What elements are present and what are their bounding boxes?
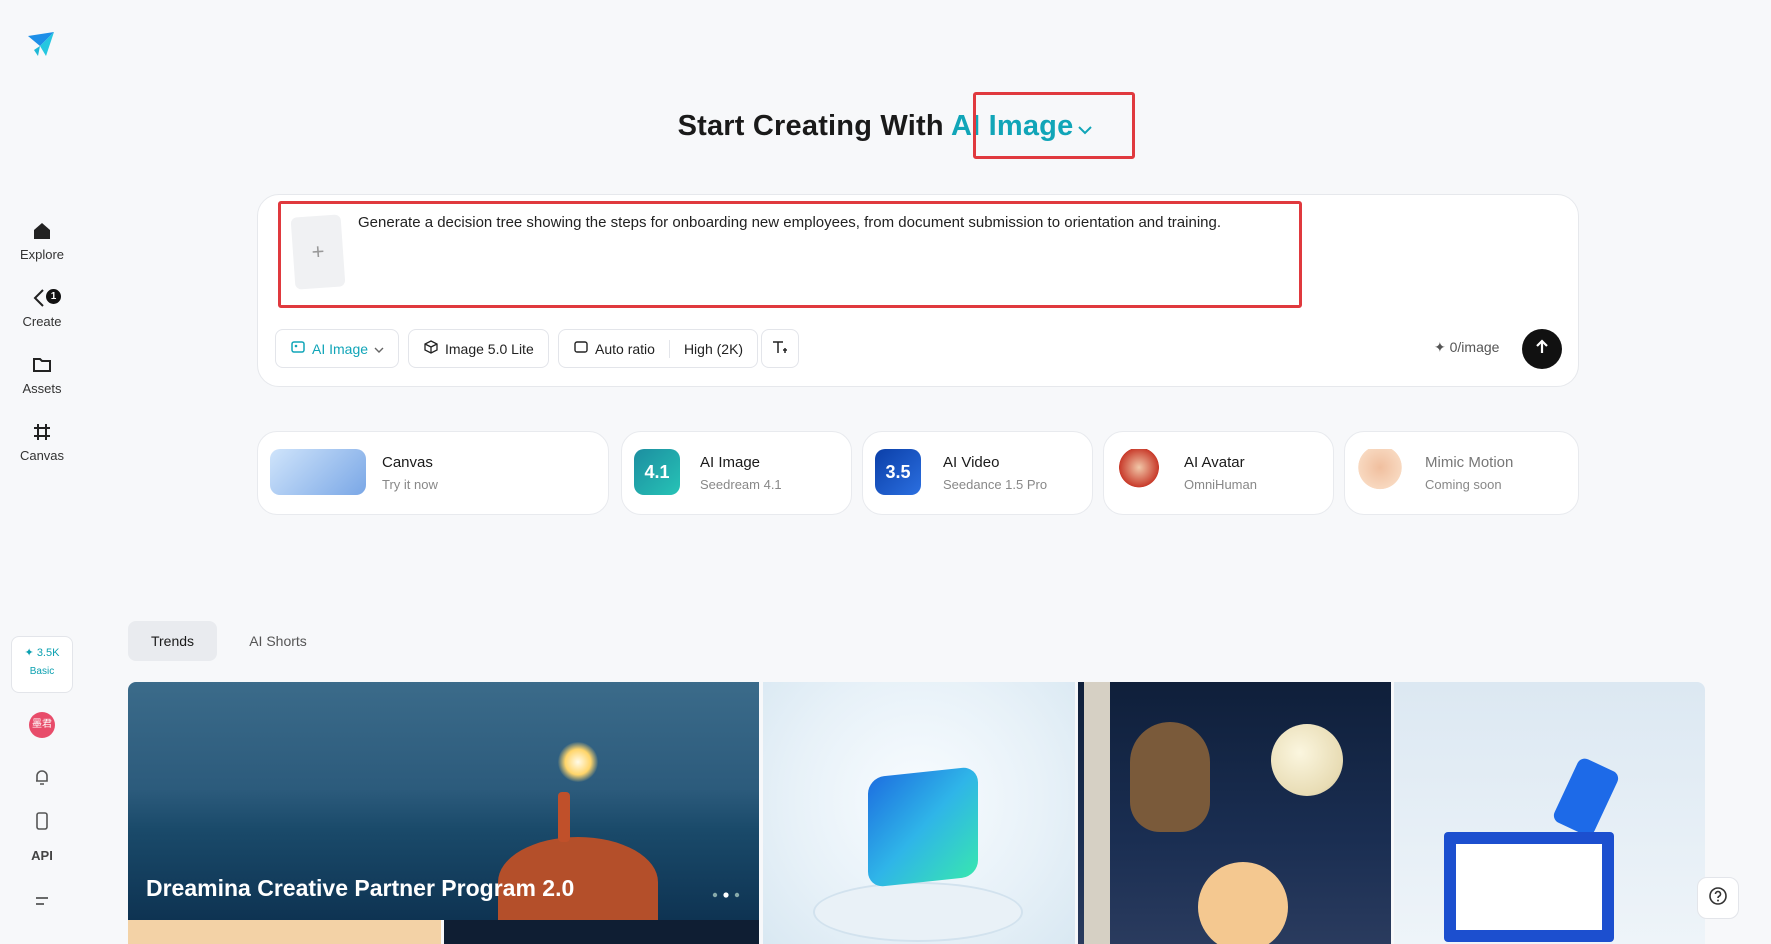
plan-level: Basic bbox=[29, 666, 55, 677]
mode-selector[interactable]: AI Image bbox=[951, 110, 1093, 142]
feature-card-ai-image[interactable]: 4.1 AI Image Seedream 4.1 bbox=[621, 431, 852, 515]
credits-amount: 3.5K bbox=[36, 647, 60, 659]
send-button[interactable] bbox=[1522, 329, 1562, 369]
text-style-button[interactable] bbox=[761, 329, 799, 368]
tab-ai-shorts[interactable]: AI Shorts bbox=[233, 621, 323, 661]
image-icon bbox=[290, 339, 306, 358]
feature-subtitle: OmniHuman bbox=[1184, 477, 1257, 492]
mobile-icon[interactable] bbox=[31, 810, 53, 832]
feature-subtitle: Seedream 4.1 bbox=[700, 477, 782, 492]
sidebar-item-label: Assets bbox=[22, 381, 62, 396]
moon bbox=[1271, 724, 1343, 796]
create-icon: 1 bbox=[31, 287, 61, 309]
feature-card-ai-avatar[interactable]: AI Avatar OmniHuman bbox=[1103, 431, 1334, 515]
feature-card-ai-video[interactable]: 3.5 AI Video Seedance 1.5 Pro bbox=[862, 431, 1093, 515]
feature-card-mimic-motion[interactable]: Mimic Motion Coming soon bbox=[1344, 431, 1579, 515]
gallery-item-partial[interactable] bbox=[128, 920, 441, 944]
model-selector-label: Image 5.0 Lite bbox=[445, 340, 534, 357]
folder-icon bbox=[31, 354, 53, 376]
avatar[interactable]: 墨君 bbox=[29, 712, 55, 738]
sale-tag bbox=[1551, 755, 1621, 839]
feature-title: AI Image bbox=[700, 454, 761, 471]
question-icon bbox=[1708, 886, 1728, 911]
cube-icon bbox=[423, 339, 439, 358]
page-title: Start Creating With AI Image bbox=[0, 110, 1771, 144]
figure bbox=[558, 792, 570, 842]
seedream-badge: 4.1 bbox=[634, 449, 680, 495]
ratio-quality-selector[interactable]: Auto ratio High (2K) bbox=[558, 329, 759, 368]
arrow-up-icon bbox=[1533, 338, 1551, 361]
feature-subtitle: Try it now bbox=[382, 477, 438, 492]
pegasus-thumbnail bbox=[270, 449, 366, 495]
cost-label: 0/image bbox=[1449, 339, 1500, 355]
folder-render bbox=[868, 766, 978, 888]
home-icon bbox=[31, 220, 53, 242]
gallery-item-folder-render[interactable] bbox=[763, 682, 1075, 944]
mode-selector-label: AI Image bbox=[950, 110, 1074, 142]
gallery-item-owl-night[interactable] bbox=[1078, 682, 1391, 944]
credits-badge[interactable]: ✦ 3.5K Basic bbox=[11, 636, 73, 693]
title-prefix: Start Creating With bbox=[677, 110, 944, 142]
gallery-item-gift-box[interactable] bbox=[1394, 682, 1705, 944]
sparkle-icon: ✦ bbox=[24, 647, 34, 659]
gallery-item-partial[interactable] bbox=[444, 920, 759, 944]
sidebar-item-assets[interactable]: Assets bbox=[0, 354, 84, 396]
feature-title: AI Video bbox=[943, 454, 1000, 471]
model-selector[interactable]: Image 5.0 Lite bbox=[408, 329, 549, 368]
sidebar-item-label: Explore bbox=[19, 247, 65, 262]
child bbox=[1198, 862, 1288, 944]
owl bbox=[1130, 722, 1210, 832]
sidebar-item-create[interactable]: 1 Create bbox=[0, 287, 84, 329]
platform bbox=[813, 882, 1023, 942]
chevron-down-icon bbox=[374, 341, 384, 357]
featured-banner[interactable]: Dreamina Creative Partner Program 2.0 bbox=[128, 682, 759, 920]
sidebar-item-label: Canvas bbox=[19, 448, 65, 463]
feature-title: AI Avatar bbox=[1184, 454, 1245, 471]
banner-caption: Dreamina Creative Partner Program 2.0 bbox=[146, 875, 575, 901]
ratio-icon bbox=[573, 339, 589, 358]
api-link[interactable]: API bbox=[0, 848, 84, 863]
birch-trunk bbox=[1084, 682, 1110, 944]
prompt-input[interactable]: Generate a decision tree showing the ste… bbox=[358, 213, 1298, 233]
feature-subtitle: Seedance 1.5 Pro bbox=[943, 477, 1048, 492]
text-style-icon bbox=[771, 339, 789, 358]
help-button[interactable] bbox=[1697, 877, 1739, 919]
mimic-thumbnail bbox=[1357, 449, 1403, 495]
gift-box bbox=[1444, 832, 1614, 942]
mode-dropdown-label: AI Image bbox=[312, 340, 369, 357]
mode-dropdown[interactable]: AI Image bbox=[275, 329, 400, 368]
quality-label: High (2K) bbox=[683, 340, 744, 357]
divider bbox=[668, 339, 670, 358]
chevron-down-icon bbox=[1077, 111, 1093, 144]
feature-title: Mimic Motion bbox=[1425, 454, 1514, 471]
sparkle-icon: ✦ bbox=[1434, 339, 1446, 355]
sidebar-item-explore[interactable]: Explore bbox=[0, 220, 84, 262]
notification-badge: 1 bbox=[46, 289, 61, 304]
sidebar-item-canvas[interactable]: Canvas bbox=[0, 421, 84, 463]
feature-subtitle: Coming soon bbox=[1425, 477, 1502, 492]
canvas-icon bbox=[31, 421, 53, 443]
glowing-star bbox=[558, 742, 598, 782]
ratio-label: Auto ratio bbox=[595, 340, 655, 357]
upload-reference-button[interactable]: + bbox=[290, 214, 346, 290]
cost-indicator: ✦ 0/image bbox=[1434, 339, 1499, 356]
dreamina-logo[interactable] bbox=[26, 30, 56, 60]
tab-trends[interactable]: Trends bbox=[128, 621, 217, 661]
sidebar-item-label: Create bbox=[22, 314, 62, 329]
seedance-badge: 3.5 bbox=[875, 449, 921, 495]
avatar-thumbnail bbox=[1116, 449, 1162, 495]
feature-card-canvas[interactable]: Canvas Try it now bbox=[257, 431, 609, 515]
feature-title: Canvas bbox=[382, 454, 433, 471]
bell-icon[interactable] bbox=[31, 766, 53, 788]
menu-icon[interactable] bbox=[31, 890, 53, 912]
carousel-dots[interactable] bbox=[712, 892, 742, 898]
